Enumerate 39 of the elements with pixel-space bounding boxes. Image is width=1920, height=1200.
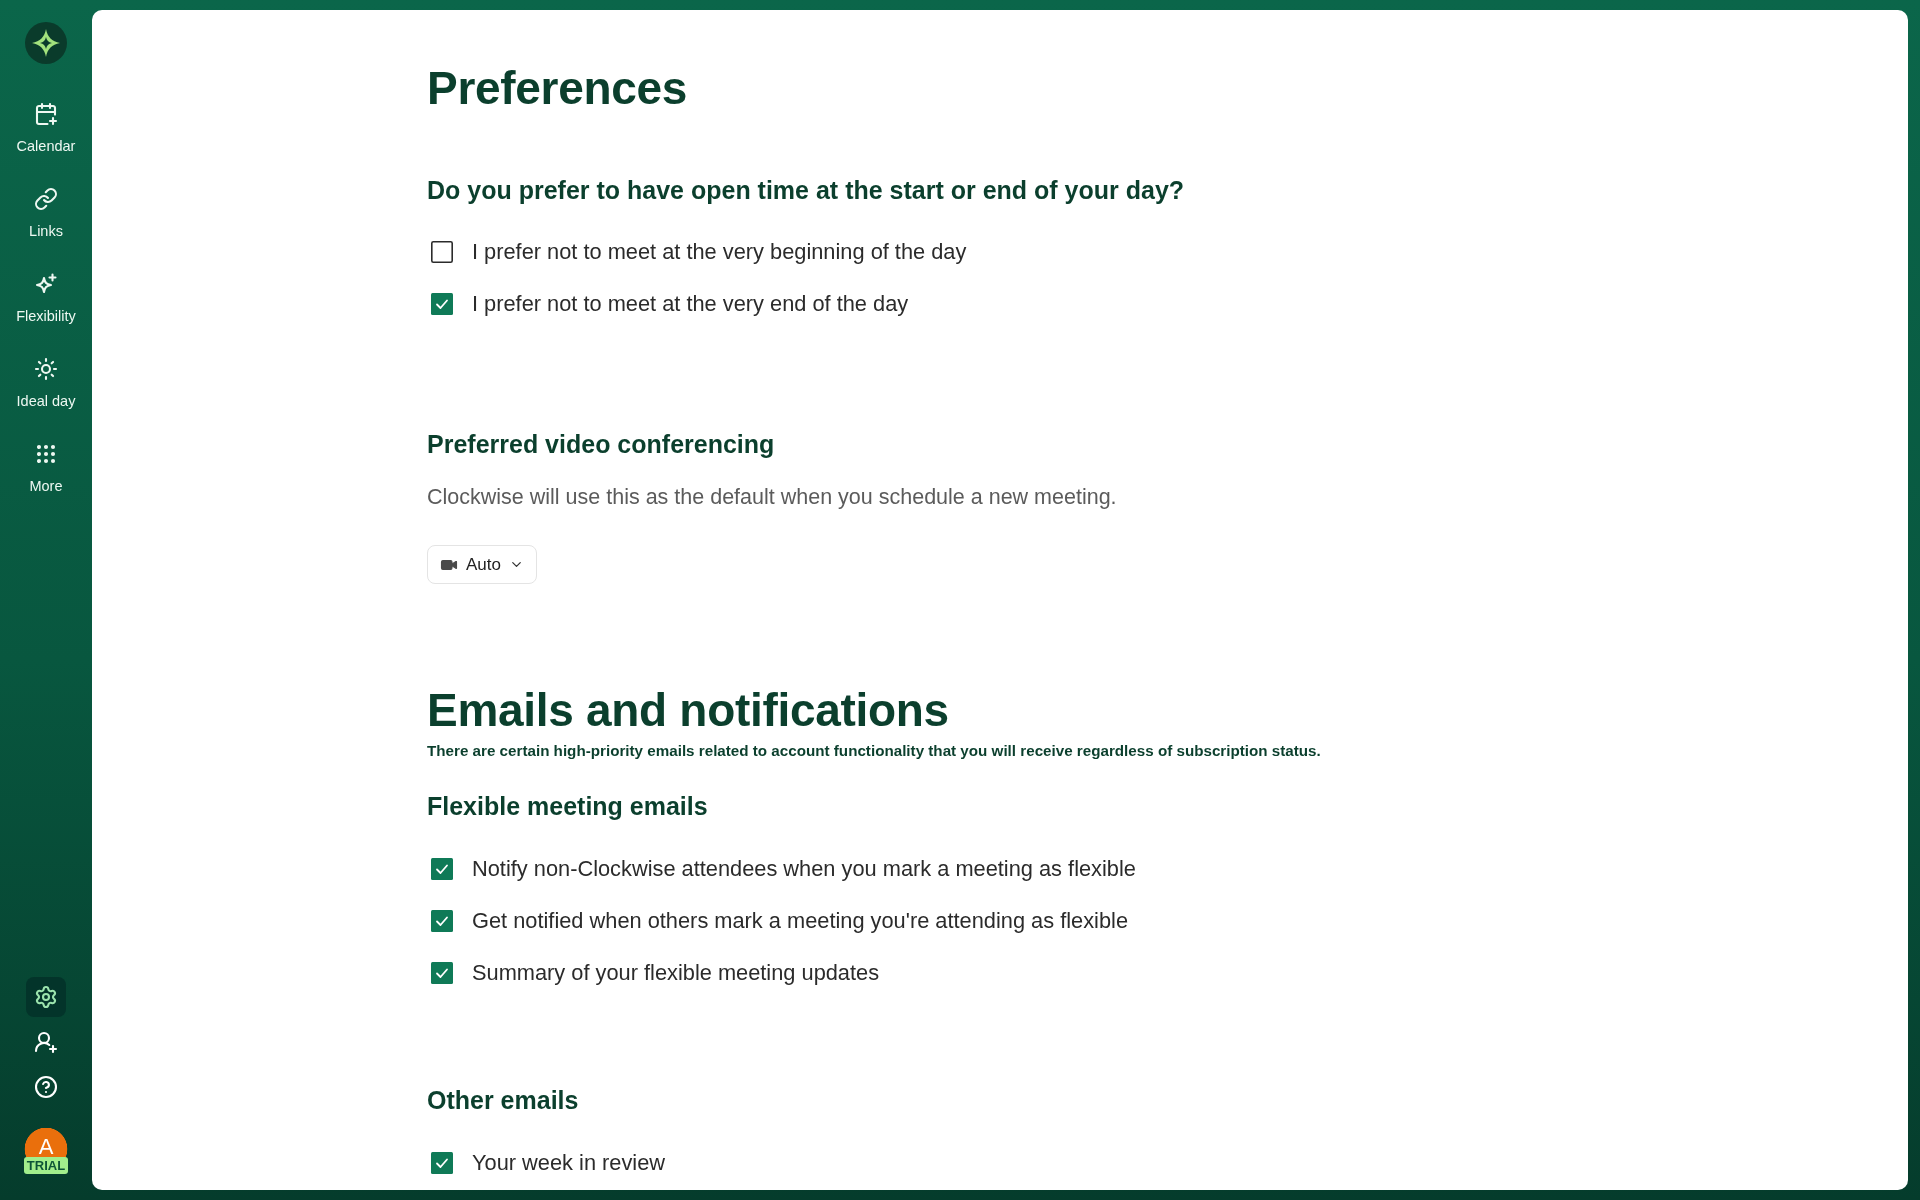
page-title: Preferences xyxy=(427,61,688,116)
sparkle-plus-icon xyxy=(34,272,58,296)
option-label: I prefer not to meet at the very beginning of the day xyxy=(472,238,967,266)
section-heading: Do you prefer to have open time at the start or end of your day? xyxy=(427,175,1185,205)
avatar-initial: A xyxy=(38,1136,54,1157)
user-plus-icon xyxy=(34,1030,58,1054)
link-icon xyxy=(34,187,58,211)
page-title: Emails and notifications xyxy=(427,683,949,738)
trial-badge: TRIAL xyxy=(23,1157,69,1174)
nav-item[interactable]: Ideal day xyxy=(4,357,88,410)
section-heading: Flexible meeting emails xyxy=(427,791,708,821)
option-label: Notify non-Clockwise attendees when you mark a meeting as flexible xyxy=(472,855,1136,883)
avatar[interactable]: A TRIAL xyxy=(23,1128,69,1174)
settings-button[interactable] xyxy=(26,977,66,1017)
option-label: Get notified when others mark a meeting you're attending as flexible xyxy=(472,907,1128,935)
section-note: There are certain high-priority emails related to account functionality that you will receive regardless of subscription status. xyxy=(427,741,1321,761)
nav-item[interactable]: Flexibility xyxy=(4,272,88,325)
checkbox[interactable] xyxy=(431,858,453,880)
nav-item[interactable]: Links xyxy=(4,187,88,240)
section-description: Clockwise will use this as the default when you schedule a new meeting. xyxy=(427,484,1117,511)
option-label: I prefer not to meet at the very end of the day xyxy=(472,290,909,318)
section-heading: Preferred video conferencing xyxy=(427,429,775,459)
nav-item[interactable]: Calendar xyxy=(4,102,88,155)
checkbox[interactable] xyxy=(431,241,453,263)
option-label: Your week in review xyxy=(472,1149,666,1177)
option-label: Summary of your flexible meeting updates xyxy=(472,959,880,987)
video-conferencing-dropdown[interactable]: Auto xyxy=(427,545,537,584)
help-icon xyxy=(34,1075,58,1099)
nav-item[interactable]: More xyxy=(4,442,88,495)
star-logo-icon[interactable] xyxy=(25,22,67,64)
checkbox[interactable] xyxy=(431,293,453,315)
section-heading: Other emails xyxy=(427,1085,579,1115)
calendar-plus-icon xyxy=(34,102,58,126)
sun-icon xyxy=(34,357,58,381)
dots-grid-icon xyxy=(34,442,58,466)
checkbox[interactable] xyxy=(431,962,453,984)
settings-icon xyxy=(34,985,58,1009)
checkbox[interactable] xyxy=(431,910,453,932)
checkbox[interactable] xyxy=(431,1152,453,1174)
